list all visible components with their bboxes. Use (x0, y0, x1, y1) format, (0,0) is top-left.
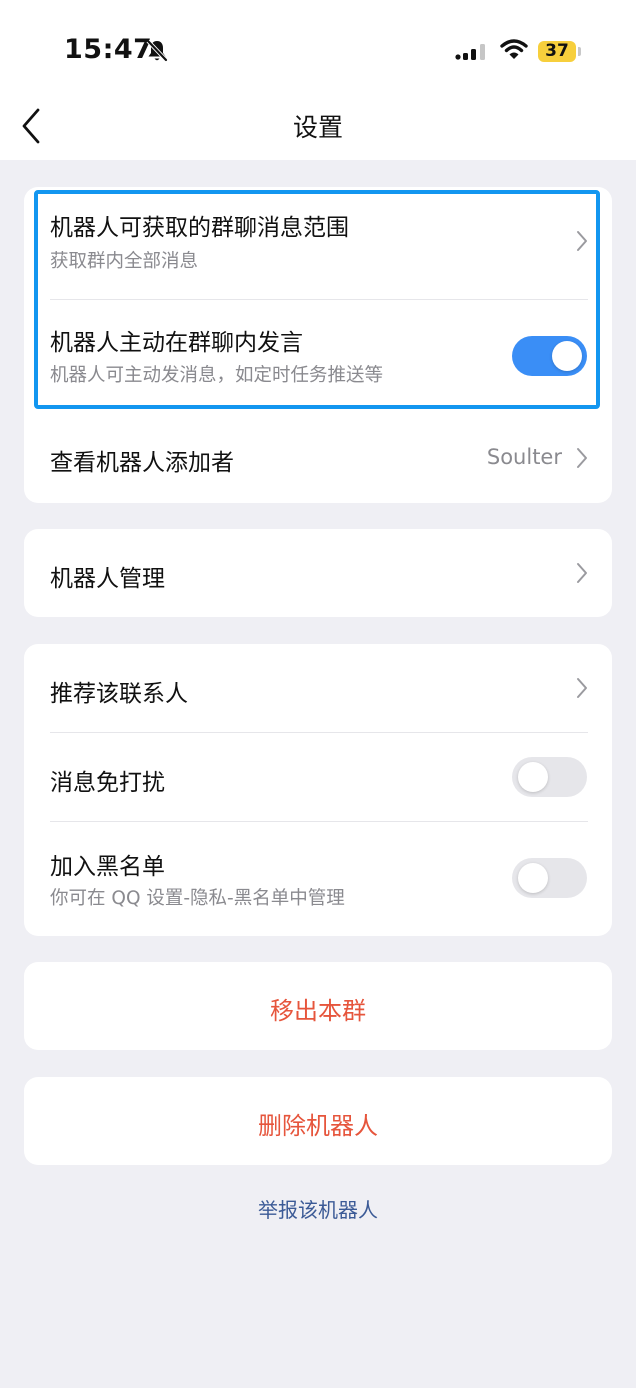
page-title: 设置 (292, 113, 343, 142)
proactive-speech-row: 机器人主动在群聊内发言 机器人可主动发消息，如定时任务推送等 (24, 300, 612, 413)
blacklist-subtitle: 你可在 QQ 设置-隐私-黑名单中管理 (50, 888, 345, 909)
toggle-knob (518, 863, 548, 893)
bot-management-title: 机器人管理 (50, 566, 165, 592)
blacklist-toggle[interactable] (512, 858, 587, 898)
bell-slash-icon (145, 38, 169, 68)
proactive-speech-toggle[interactable] (512, 336, 587, 376)
toggle-knob (518, 762, 548, 792)
remove-from-group-label: 移出本群 (270, 997, 366, 1025)
msg-scope-title: 机器人可获取的群聊消息范围 (50, 215, 349, 241)
chevron-right-icon (576, 230, 588, 256)
chevron-right-icon (576, 562, 588, 588)
delete-bot-button[interactable]: 删除机器人 (24, 1077, 612, 1165)
battery-icon: 37 (538, 41, 576, 62)
bot-management-card: 机器人管理 (24, 529, 612, 617)
report-bot-link[interactable]: 举报该机器人 (0, 1194, 636, 1223)
msg-scope-row[interactable]: 机器人可获取的群聊消息范围 获取群内全部消息 (24, 187, 612, 299)
dnd-row: 消息免打扰 (24, 733, 612, 821)
bot-management-row[interactable]: 机器人管理 (24, 529, 612, 617)
delete-bot-label: 删除机器人 (258, 1112, 378, 1140)
battery-cap (578, 47, 581, 56)
proactive-speech-subtitle: 机器人可主动发消息，如定时任务推送等 (50, 365, 384, 386)
chevron-right-icon (576, 447, 588, 473)
remove-from-group-button[interactable]: 移出本群 (24, 962, 612, 1050)
proactive-speech-title: 机器人主动在群聊内发言 (50, 330, 303, 356)
bot-permissions-card: 机器人可获取的群聊消息范围 获取群内全部消息 机器人主动在群聊内发言 机器人可主… (24, 187, 612, 503)
msg-scope-subtitle: 获取群内全部消息 (50, 251, 199, 272)
status-time: 15:47 (64, 34, 153, 65)
adder-name: Soulter (486, 445, 562, 469)
view-adder-title: 查看机器人添加者 (50, 450, 234, 476)
recommend-contact-row[interactable]: 推荐该联系人 (24, 644, 612, 732)
toggle-knob (552, 341, 582, 371)
dnd-title: 消息免打扰 (50, 770, 165, 796)
blacklist-row: 加入黑名单 你可在 QQ 设置-隐私-黑名单中管理 (24, 822, 612, 936)
contact-settings-card: 推荐该联系人 消息免打扰 加入黑名单 你可在 QQ 设置-隐私-黑名单中管理 (24, 644, 612, 936)
dnd-toggle[interactable] (512, 757, 587, 797)
wifi-icon (500, 38, 528, 66)
recommend-contact-title: 推荐该联系人 (50, 681, 188, 707)
view-adder-row[interactable]: 查看机器人添加者 Soulter (24, 413, 612, 503)
battery-level: 37 (545, 41, 569, 61)
chevron-right-icon (576, 677, 588, 703)
cellular-signal-icon (455, 42, 489, 66)
blacklist-title: 加入黑名单 (50, 854, 165, 880)
